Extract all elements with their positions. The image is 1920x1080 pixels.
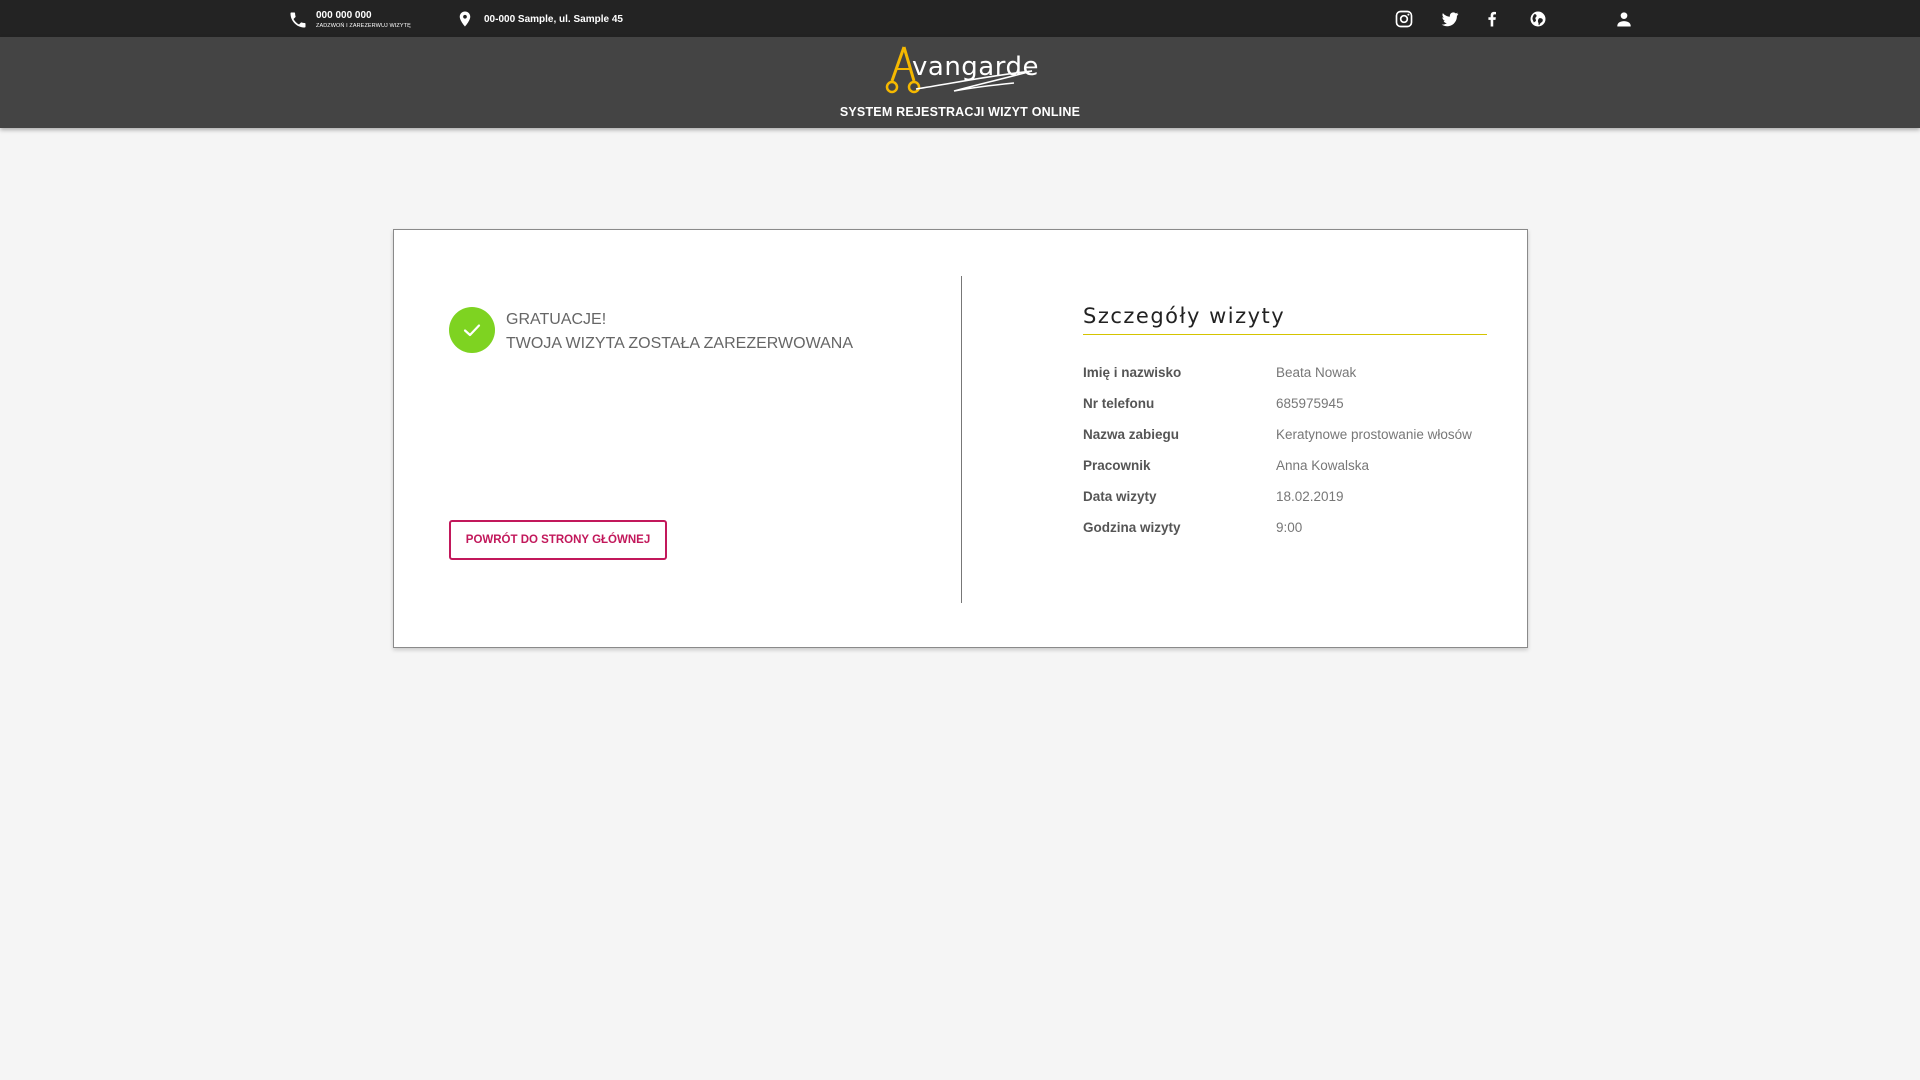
detail-value: 18.02.2019 xyxy=(1276,489,1344,504)
facebook-icon[interactable] xyxy=(1482,9,1502,29)
success-subtitle: TWOJA WIZYTA ZOSTAŁA ZAREZERWOWANA xyxy=(506,335,853,352)
detail-label: Nazwa zabiegu xyxy=(1083,427,1180,442)
detail-value: Keratynowe prostowanie włosów xyxy=(1276,427,1472,442)
visit-details: Szczegóły wizyty Imię i nazwisko Beata N… xyxy=(1083,304,1487,543)
phone-icon xyxy=(290,12,306,28)
detail-label: Pracownik xyxy=(1083,458,1151,473)
detail-value: Anna Kowalska xyxy=(1276,458,1370,473)
twitter-icon[interactable] xyxy=(1440,9,1460,29)
logo-text: vangarde xyxy=(912,52,1039,82)
phone-contact[interactable]: 000 000 000 zadzwoń i zarezerwuj wizytę xyxy=(288,10,411,30)
details-list: Imię i nazwisko Beata Nowak Nr telefonu … xyxy=(1083,357,1487,543)
detail-row: Nazwa zabiegu Keratynowe prostowanie wło… xyxy=(1083,419,1487,450)
details-title: Szczegóły wizyty xyxy=(1083,304,1487,335)
back-to-home-button[interactable]: POWRÓT DO STRONY GŁÓWNEJ xyxy=(449,520,667,560)
location-pin-icon xyxy=(459,11,471,27)
phone-subtext: zadzwoń i zarezerwuj wizytę xyxy=(316,23,411,29)
detail-row: Nr telefonu 685975945 xyxy=(1083,388,1487,419)
detail-label: Godzina wizyty xyxy=(1083,520,1181,535)
success-message: GRATUACJE! TWOJA WIZYTA ZOSTAŁA ZAREZERW… xyxy=(449,307,853,356)
detail-row: Imię i nazwisko Beata Nowak xyxy=(1083,357,1487,388)
detail-row: Godzina wizyty 9:00 xyxy=(1083,512,1487,543)
check-circle-icon xyxy=(449,307,495,353)
vertical-divider xyxy=(961,276,962,603)
address[interactable]: 00-000 Sample, ul. Sample 45 xyxy=(456,9,623,29)
detail-label: Nr telefonu xyxy=(1083,396,1155,411)
detail-row: Data wizyty 18.02.2019 xyxy=(1083,481,1487,512)
globe-icon[interactable] xyxy=(1528,9,1548,29)
detail-value: 9:00 xyxy=(1276,520,1303,535)
system-subtitle: SYSTEM REJESTRACJI WIZYT ONLINE xyxy=(839,105,1081,119)
detail-value: Beata Nowak xyxy=(1276,365,1357,380)
user-icon[interactable] xyxy=(1614,9,1634,29)
success-title: GRATUACJE! xyxy=(506,311,607,328)
detail-label: Imię i nazwisko xyxy=(1083,365,1182,380)
detail-row: Pracownik Anna Kowalska xyxy=(1083,450,1487,481)
phone-number: 000 000 000 xyxy=(316,10,372,21)
confirmation-card: GRATUACJE! TWOJA WIZYTA ZOSTAŁA ZAREZERW… xyxy=(393,229,1528,648)
address-text: 00-000 Sample, ul. Sample 45 xyxy=(484,13,623,25)
brand-header: vangarde SYSTEM REJESTRACJI WIZYT ONLINE xyxy=(0,37,1920,128)
top-bar: 000 000 000 zadzwoń i zarezerwuj wizytę … xyxy=(0,0,1920,37)
detail-label: Data wizyty xyxy=(1083,489,1157,504)
instagram-icon[interactable] xyxy=(1394,9,1414,29)
detail-value: 685975945 xyxy=(1276,396,1344,411)
